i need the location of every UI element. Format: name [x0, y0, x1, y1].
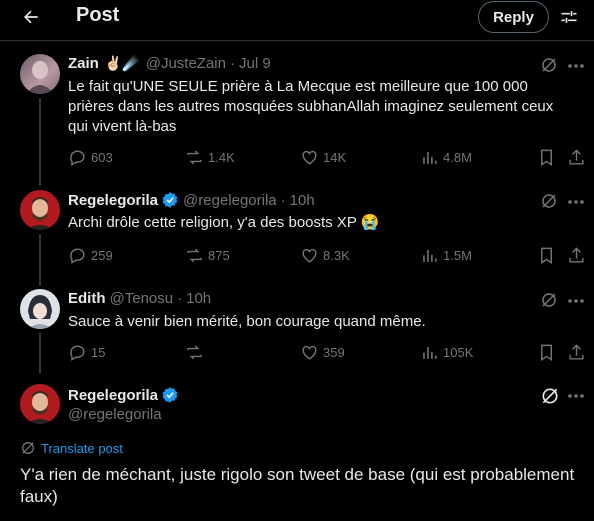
like-action[interactable]: 8.3K [300, 246, 350, 265]
translate-label[interactable]: Translate post [41, 441, 123, 456]
grok-icon[interactable] [540, 192, 560, 212]
grok-icon[interactable] [540, 291, 560, 311]
like-action[interactable]: 14K [300, 148, 346, 167]
thread-line [39, 234, 41, 286]
main-post-text: Y'a rien de méchant, juste rigolo son tw… [20, 465, 575, 506]
share-icon[interactable] [567, 148, 586, 167]
view-count: 1.5M [443, 248, 472, 263]
name-emoji: ✌🏻☄️ [104, 55, 140, 71]
tweet-text: Le fait qu'UNE SEULE prière à La Mecque … [68, 78, 554, 135]
repost-action[interactable]: 875 [185, 246, 230, 265]
author-row: Regelegorila [68, 386, 179, 404]
verified-icon [162, 192, 178, 208]
author-handle[interactable]: @regelegorila [183, 192, 277, 209]
repost-icon [187, 248, 202, 263]
separator-dot: · [280, 191, 286, 209]
views-icon [423, 346, 437, 359]
like-count: 359 [323, 345, 345, 360]
more-icon[interactable] [566, 192, 586, 212]
reply-count: 603 [91, 150, 113, 165]
back-arrow-icon[interactable] [16, 2, 46, 32]
reply-icon [70, 345, 85, 361]
author-name[interactable]: Regelegorila [68, 387, 158, 404]
like-icon [302, 345, 317, 360]
avatar[interactable] [20, 190, 60, 230]
verified-icon [162, 387, 178, 403]
more-icon[interactable] [566, 291, 586, 311]
tweet-time[interactable]: 10h [186, 290, 211, 307]
grok-icon[interactable] [540, 56, 560, 76]
views-action[interactable]: 4.8M [420, 148, 472, 167]
separator-dot: · [229, 55, 235, 72]
like-count: 14K [323, 150, 347, 165]
thread-line [39, 333, 41, 373]
author-name[interactable]: Edith [68, 290, 106, 307]
page-title: Post [76, 4, 120, 26]
views-action[interactable]: 1.5M [420, 246, 472, 265]
header: Post Reply [0, 0, 594, 33]
repost-count: 1.4K [208, 150, 235, 165]
reply-button[interactable]: Reply [478, 1, 549, 33]
reply-count: 259 [91, 248, 113, 263]
tweet-text: Archi drôle cette religion, y'a des boos… [68, 214, 380, 231]
reply-action[interactable]: 259 [68, 246, 113, 265]
bookmark-icon[interactable] [537, 343, 556, 362]
more-icon[interactable] [566, 56, 586, 76]
like-icon [302, 248, 317, 263]
avatar[interactable] [20, 54, 60, 94]
more-icon[interactable] [566, 386, 586, 406]
repost-action[interactable]: 1.4K [185, 148, 235, 167]
avatar[interactable] [20, 289, 60, 329]
tweet-meta: Zain ✌🏻☄️ @JusteZain · Jul 9 [68, 55, 271, 72]
views-icon [423, 249, 437, 262]
divider [0, 40, 594, 41]
tweet-meta: Edith @Tenosu · 10h [68, 290, 211, 307]
reply-icon [70, 150, 85, 166]
share-icon[interactable] [567, 343, 586, 362]
tweet-meta: Regelegorila @regelegorila · 10h [68, 191, 315, 209]
like-count: 8.3K [323, 248, 350, 263]
separator-dot: · [177, 290, 183, 307]
reply-action[interactable]: 603 [68, 148, 113, 167]
repost-icon [187, 150, 202, 165]
repost-icon [187, 345, 202, 360]
bookmark-icon[interactable] [537, 148, 556, 167]
author-handle[interactable]: @JusteZain [146, 55, 226, 72]
author-handle[interactable]: @regelegorila [68, 406, 162, 423]
like-icon [302, 150, 317, 165]
handle-row: @regelegorila [68, 406, 162, 423]
tweet-time[interactable]: 10h [290, 192, 315, 209]
avatar[interactable] [20, 384, 60, 424]
view-count: 4.8M [443, 150, 472, 165]
thread-line [39, 98, 41, 186]
translate-icon [22, 442, 34, 454]
reply-action[interactable]: 15 [68, 343, 105, 362]
translate-post-link[interactable]: Translate post [20, 440, 123, 456]
views-action[interactable]: 105K [420, 343, 473, 362]
repost-count: 875 [208, 248, 230, 263]
tweet-time[interactable]: Jul 9 [239, 55, 271, 72]
author-handle[interactable]: @Tenosu [110, 290, 174, 307]
author-name[interactable]: Regelegorila [68, 192, 158, 209]
repost-action[interactable] [185, 343, 208, 362]
like-action[interactable]: 359 [300, 343, 345, 362]
reply-icon [70, 248, 85, 264]
grok-icon[interactable] [540, 386, 560, 406]
author-name[interactable]: Zain [68, 55, 99, 72]
view-count: 105K [443, 345, 474, 360]
bookmark-icon[interactable] [537, 246, 556, 265]
tweet-text: Sauce à venir bien mérité, bon courage q… [68, 313, 426, 330]
settings-icon[interactable] [556, 4, 582, 30]
reply-count: 15 [91, 345, 106, 360]
views-icon [423, 151, 437, 164]
share-icon[interactable] [567, 246, 586, 265]
